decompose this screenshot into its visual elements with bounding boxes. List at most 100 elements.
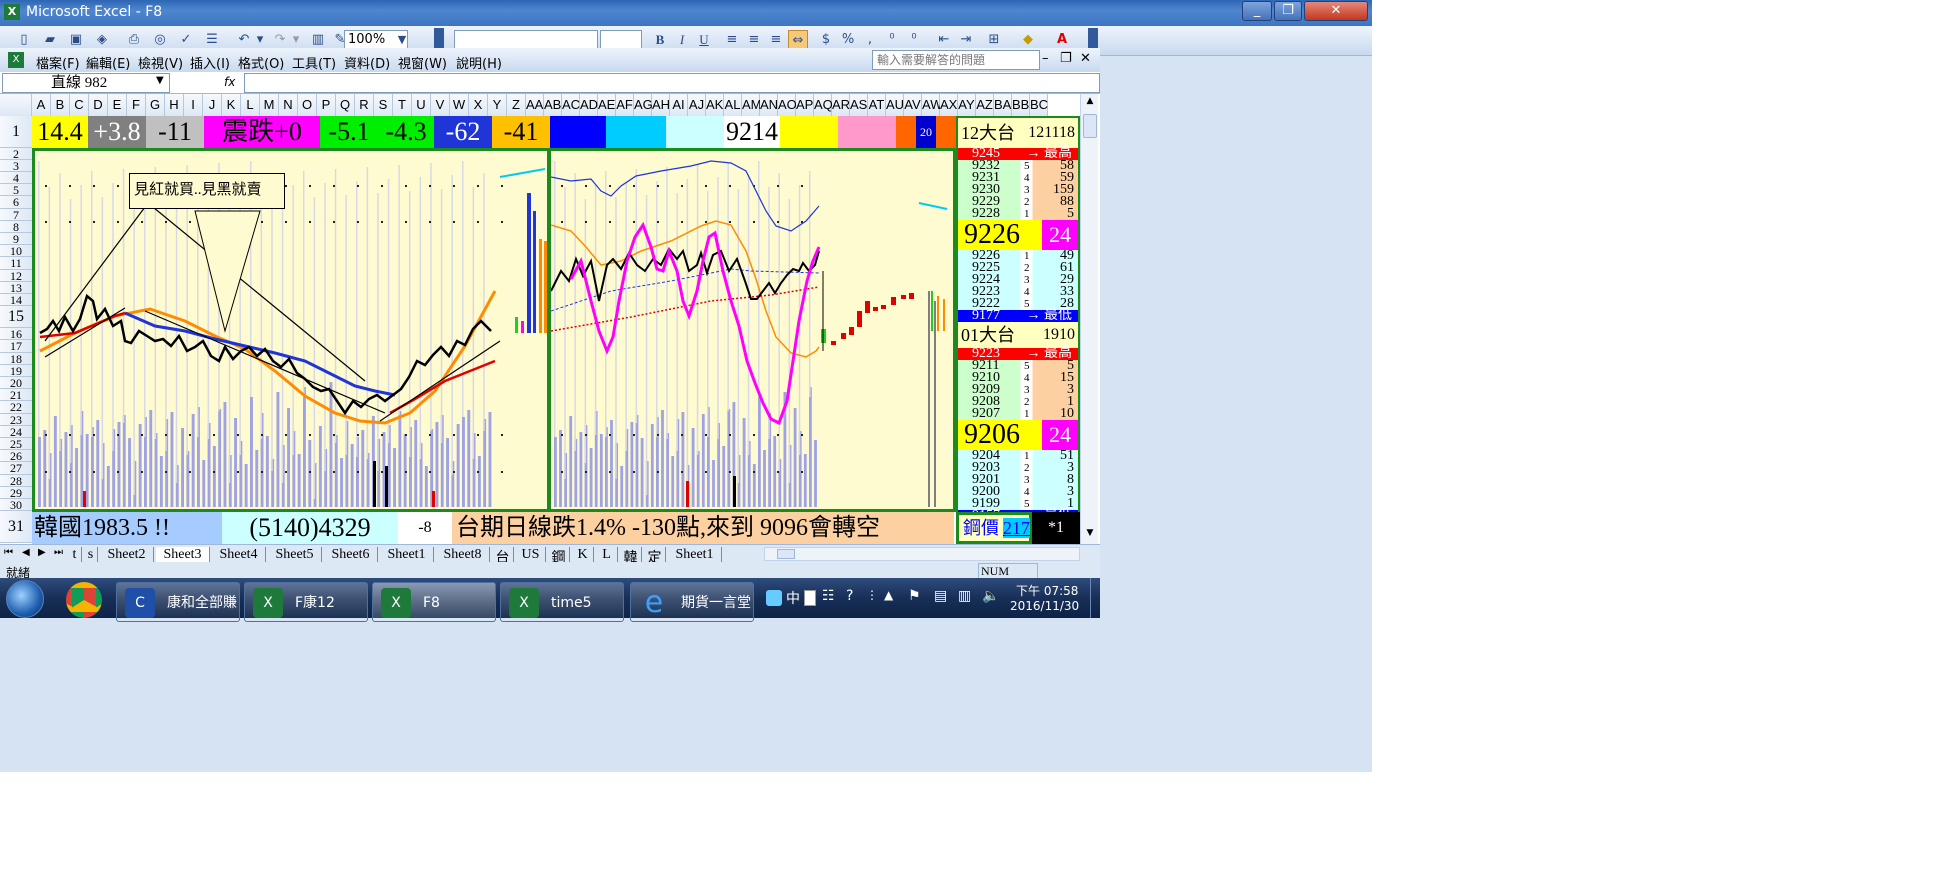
horizontal-scrollbar[interactable] — [764, 547, 1080, 561]
column-header[interactable]: AF — [616, 94, 634, 116]
taskbar-item-f8[interactable]: X F8 — [372, 582, 496, 622]
chart-left[interactable]: 見紅就買..見黑就賣 — [32, 148, 550, 512]
column-header[interactable]: AK — [706, 94, 724, 116]
increase-decimal-icon[interactable]: ⁰ — [882, 30, 902, 50]
column-header[interactable]: T — [393, 94, 412, 116]
column-header[interactable]: F — [127, 94, 146, 116]
select-all-button[interactable] — [0, 94, 32, 116]
borders-icon[interactable]: ⊞ — [984, 30, 1004, 50]
cell-blank-orange[interactable] — [896, 116, 916, 148]
menu-view[interactable]: 檢視(V) — [138, 53, 183, 72]
column-header[interactable]: M — [260, 94, 279, 116]
menu-format[interactable]: 格式(O) — [238, 53, 284, 72]
column-header[interactable]: BA — [994, 94, 1012, 116]
column-header[interactable]: I — [184, 94, 203, 116]
cell-blank-orange-2[interactable] — [936, 116, 956, 148]
taskbar-item-f12[interactable]: X F康12 — [244, 582, 368, 622]
tab-nav-prev-icon[interactable]: ◀ — [22, 547, 30, 558]
column-header[interactable]: N — [279, 94, 298, 116]
new-icon[interactable]: ▯ — [14, 30, 34, 50]
row-header[interactable]: 30 — [0, 499, 32, 511]
sheet-tab[interactable]: Sheet1 — [380, 547, 434, 563]
scroll-up-icon[interactable]: ▲ — [1083, 96, 1097, 112]
ime-fullwidth-icon[interactable] — [804, 590, 816, 606]
menu-help[interactable]: 說明(H) — [456, 53, 502, 72]
research-icon[interactable]: ☰ — [202, 30, 222, 50]
column-header[interactable]: O — [298, 94, 317, 116]
undo-dropdown-icon[interactable]: ▾ — [254, 30, 266, 50]
korea-index-cell[interactable]: 韓國1983.5 !! — [32, 512, 222, 544]
align-right-icon[interactable]: ≡ — [766, 30, 786, 50]
menu-insert[interactable]: 插入(I) — [190, 53, 230, 72]
column-header[interactable]: AD — [580, 94, 598, 116]
sheet-tab[interactable]: Sheet1 — [668, 547, 722, 563]
cell-blank-yellow[interactable] — [780, 116, 838, 148]
font-color-icon[interactable]: A — [1052, 30, 1072, 50]
align-left-icon[interactable]: ≡ — [722, 30, 742, 50]
underline-button[interactable]: U — [694, 30, 714, 50]
tab-nav-last-icon[interactable]: ⏭ — [54, 547, 63, 558]
message-cell[interactable]: 台期日線跌1.4% -130點,來到 9096會轉空 — [452, 512, 954, 544]
row-header[interactable]: 11 — [0, 257, 32, 270]
row-header[interactable]: 27 — [0, 462, 32, 475]
column-header[interactable]: C — [70, 94, 89, 116]
action-center-icon[interactable]: ⚑ — [908, 588, 921, 604]
diff-cell[interactable]: -8 — [398, 512, 452, 544]
formula-input[interactable] — [244, 73, 1100, 93]
row-header[interactable]: 18 — [0, 352, 32, 365]
clock-time[interactable]: 下午 07:58 — [1016, 582, 1078, 599]
row-header[interactable]: 17 — [0, 340, 32, 353]
row-header[interactable]: 28 — [0, 474, 32, 487]
steel-price-cell[interactable]: 鋼價 217 — [956, 512, 1032, 544]
vertical-scrollbar[interactable]: ▲ ▼ — [1080, 94, 1098, 544]
column-header[interactable]: AB — [544, 94, 562, 116]
column-header[interactable]: AV — [904, 94, 922, 116]
menu-data[interactable]: 資料(D) — [344, 53, 390, 72]
column-header[interactable]: BC — [1030, 94, 1048, 116]
tray-options-icon[interactable]: ⋮ — [866, 588, 878, 602]
callout-box[interactable]: 見紅就買..見黑就賣 — [129, 173, 285, 209]
column-header[interactable]: AH — [652, 94, 670, 116]
column-header[interactable]: K — [222, 94, 241, 116]
cell-value-5[interactable]: -5.1 — [320, 116, 378, 148]
sheet-tab[interactable]: Sheet4 — [212, 547, 266, 563]
column-header[interactable]: A — [32, 94, 51, 116]
device-icon[interactable]: ▤ — [934, 588, 947, 604]
column-header[interactable]: B — [51, 94, 70, 116]
column-header[interactable]: AN — [760, 94, 778, 116]
sheet-tab[interactable]: Sheet5 — [268, 547, 322, 563]
column-header[interactable]: R — [355, 94, 374, 116]
column-header[interactable]: J — [203, 94, 222, 116]
column-header[interactable]: AM — [742, 94, 762, 116]
row-header[interactable]: 12 — [0, 269, 32, 282]
spelling-icon[interactable]: ✓ — [176, 30, 196, 50]
scroll-thumb[interactable] — [1083, 114, 1097, 138]
code-value-cell[interactable]: (5140)4329 — [222, 512, 398, 544]
row-header[interactable]: 22 — [0, 401, 32, 414]
last-price-row[interactable]: 9206 24 — [958, 420, 1078, 450]
column-header[interactable]: Z — [507, 94, 526, 116]
chart-right[interactable] — [548, 148, 956, 512]
cell-blank-blue[interactable] — [550, 116, 606, 148]
column-header[interactable]: AJ — [688, 94, 706, 116]
row-header[interactable]: 14 — [0, 294, 32, 306]
row-header[interactable]: 1 — [0, 116, 32, 148]
column-header[interactable]: AE — [598, 94, 616, 116]
print-icon[interactable]: ⎙ — [124, 30, 144, 50]
column-header[interactable]: V — [431, 94, 450, 116]
row-header[interactable]: 7 — [0, 208, 32, 221]
cell-value-6[interactable]: -4.3 — [378, 116, 434, 148]
minimize-button[interactable]: _ — [1242, 1, 1272, 21]
column-header[interactable]: AU — [886, 94, 904, 116]
column-header[interactable]: AT — [868, 94, 886, 116]
column-header[interactable]: AC — [562, 94, 580, 116]
column-header[interactable]: G — [146, 94, 165, 116]
column-header[interactable]: E — [108, 94, 127, 116]
save-icon[interactable]: ▣ — [66, 30, 86, 50]
cell-value-9[interactable]: 9214 — [724, 116, 780, 148]
column-header[interactable]: AX — [940, 94, 958, 116]
name-box-dropdown-icon[interactable]: ▼ — [156, 75, 164, 86]
cell-value-7[interactable]: -62 — [434, 116, 492, 148]
ime-settings-icon[interactable]: ☷ — [822, 588, 835, 604]
italic-button[interactable]: I — [672, 30, 692, 50]
